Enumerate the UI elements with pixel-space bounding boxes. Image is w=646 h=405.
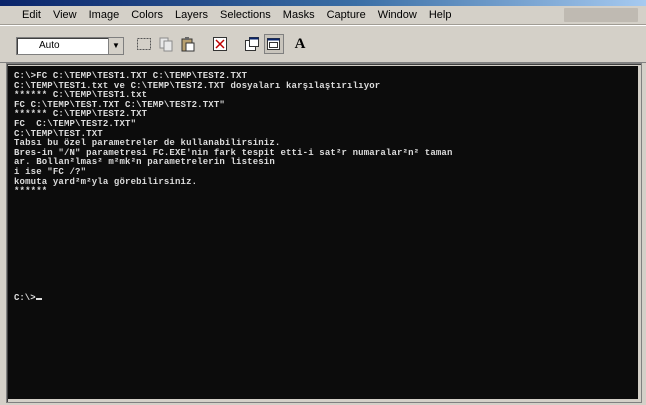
menu-help[interactable]: Help bbox=[423, 9, 458, 21]
blurred-status-area bbox=[564, 8, 638, 22]
font-size-select[interactable]: Auto ▼ bbox=[16, 37, 124, 55]
menu-edit[interactable]: Edit bbox=[0, 9, 47, 21]
menu-layers[interactable]: Layers bbox=[169, 9, 214, 21]
menu-selections[interactable]: Selections bbox=[214, 9, 277, 21]
console-line: komuta yard²m²yla görebilirsiniz. bbox=[14, 176, 198, 187]
properties-button[interactable] bbox=[242, 34, 262, 54]
console-line: C:\TEMP\TEST.TXT bbox=[14, 128, 103, 139]
console-toolbar: Auto ▼ A bbox=[0, 25, 646, 63]
console-line: i ise "FC /?" bbox=[14, 166, 87, 177]
console-prompt: C:\> bbox=[14, 293, 42, 303]
properties-icon bbox=[245, 37, 259, 51]
menu-masks[interactable]: Masks bbox=[277, 9, 321, 21]
font-icon: A bbox=[294, 35, 306, 52]
prompt-text: C:\> bbox=[14, 293, 36, 303]
console-line: ****** C:\TEMP\TEST2.TXT bbox=[14, 109, 148, 120]
console-line: ****** bbox=[14, 186, 48, 197]
console-text: C:\>FC C:\TEMP\TEST1.TXT C:\TEMP\TEST2.T… bbox=[14, 71, 453, 197]
copy-button[interactable] bbox=[156, 34, 176, 54]
chevron-down-icon[interactable]: ▼ bbox=[108, 38, 123, 54]
font-button[interactable]: A bbox=[290, 34, 310, 54]
text-cursor bbox=[35, 298, 42, 300]
console-line: ****** C:\TEMP\TEST1.txt bbox=[14, 90, 148, 101]
copy-icon bbox=[159, 37, 173, 52]
paste-button[interactable] bbox=[178, 34, 198, 54]
menu-window[interactable]: Window bbox=[372, 9, 423, 21]
background-button[interactable] bbox=[264, 34, 284, 54]
menu-capture[interactable]: Capture bbox=[321, 9, 372, 21]
menu-bar: Edit View Image Colors Layers Selections… bbox=[0, 6, 646, 25]
mark-icon bbox=[137, 38, 151, 50]
console-line: Tabsı bu özel parametreler de kullanabil… bbox=[14, 138, 281, 149]
console-line: FC C:\TEMP\TEST2.TXT" bbox=[14, 118, 137, 129]
menu-image[interactable]: Image bbox=[83, 9, 126, 21]
background-icon bbox=[267, 38, 280, 50]
fullscreen-button[interactable] bbox=[210, 34, 230, 54]
console-line: FC C:\TEMP\TEST.TXT C:\TEMP\TEST2.TXT" bbox=[14, 99, 225, 110]
console-line: C:\>FC C:\TEMP\TEST1.TXT C:\TEMP\TEST2.T… bbox=[14, 71, 248, 81]
menu-view[interactable]: View bbox=[47, 9, 83, 21]
font-size-value: Auto bbox=[39, 40, 60, 51]
console-output[interactable]: C:\>FC C:\TEMP\TEST1.TXT C:\TEMP\TEST2.T… bbox=[8, 66, 638, 399]
fullscreen-icon bbox=[213, 37, 227, 51]
menu-colors[interactable]: Colors bbox=[125, 9, 169, 21]
console-line: ar. Bollan²lmas² m²mk²n parametrelerin l… bbox=[14, 157, 275, 168]
mark-button[interactable] bbox=[134, 34, 154, 54]
console-line: C:\TEMP\TEST1.txt ve C:\TEMP\TEST2.TXT d… bbox=[14, 80, 381, 91]
console-line: Bres-in "/N" parametresi FC.EXE'nin fark… bbox=[14, 147, 453, 158]
paste-icon bbox=[181, 37, 195, 52]
